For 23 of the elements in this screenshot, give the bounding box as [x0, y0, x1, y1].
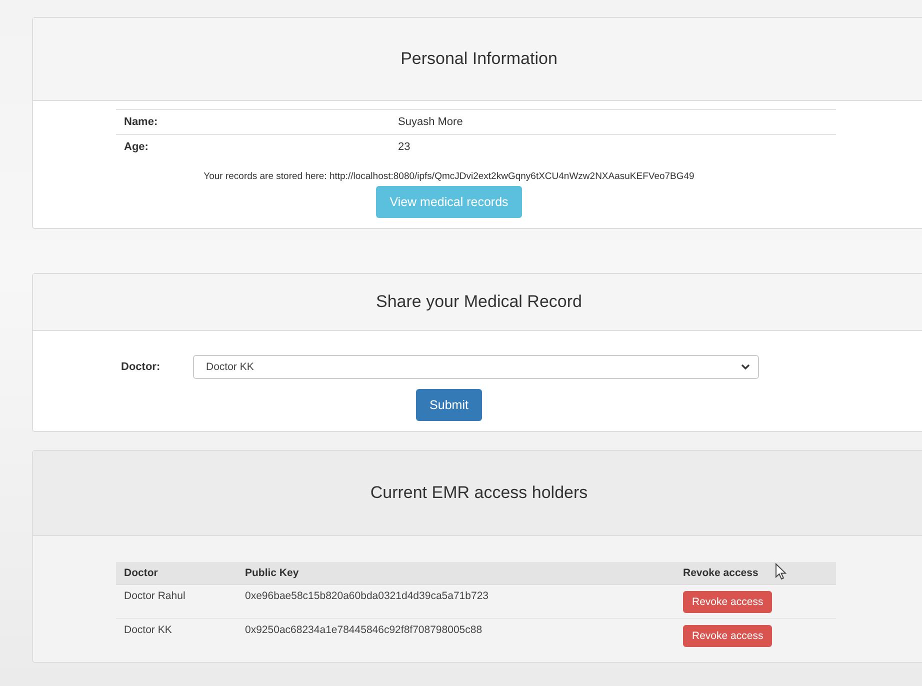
- field-label: Age:: [116, 134, 390, 159]
- field-label: Name:: [116, 110, 390, 134]
- submit-button[interactable]: Submit: [416, 389, 482, 421]
- revoke-button[interactable]: Revoke access: [683, 591, 772, 613]
- view-records-button[interactable]: View medical records: [376, 186, 522, 218]
- table-cell: Doctor Rahul: [116, 584, 237, 618]
- panel-title: Share your Medical Record: [376, 292, 582, 312]
- table-cell: 0xe96bae58c15b820a60bda0321d4d39ca5a71b723: [237, 584, 675, 618]
- column-header: Public Key: [237, 562, 675, 584]
- panel-title: Personal Information: [400, 49, 558, 69]
- panel-title: Current EMR access holders: [370, 483, 588, 503]
- doctor-select[interactable]: Doctor KK: [193, 355, 759, 379]
- table-cell: Doctor KK: [116, 618, 237, 652]
- chevron-icon: [741, 364, 750, 370]
- column-header: Revoke access: [675, 562, 836, 584]
- cursor-icon: [775, 563, 787, 580]
- doctor-label: Doctor:: [121, 361, 162, 373]
- column-header: Doctor: [116, 562, 237, 584]
- field-value: 23: [390, 134, 836, 159]
- field-value: Suyash More: [390, 110, 836, 134]
- records-note: Your records are stored here: http://localhost:8080/ipfs/QmcJDvi2ext2kwGqny6tXCU4nWzw2NXAasuKEFVeo7BG49: [202, 171, 696, 182]
- revoke-button[interactable]: Revoke access: [683, 625, 772, 647]
- table-cell: 0x9250ac68234a1e78445846c92f8f708798005c88: [237, 618, 675, 652]
